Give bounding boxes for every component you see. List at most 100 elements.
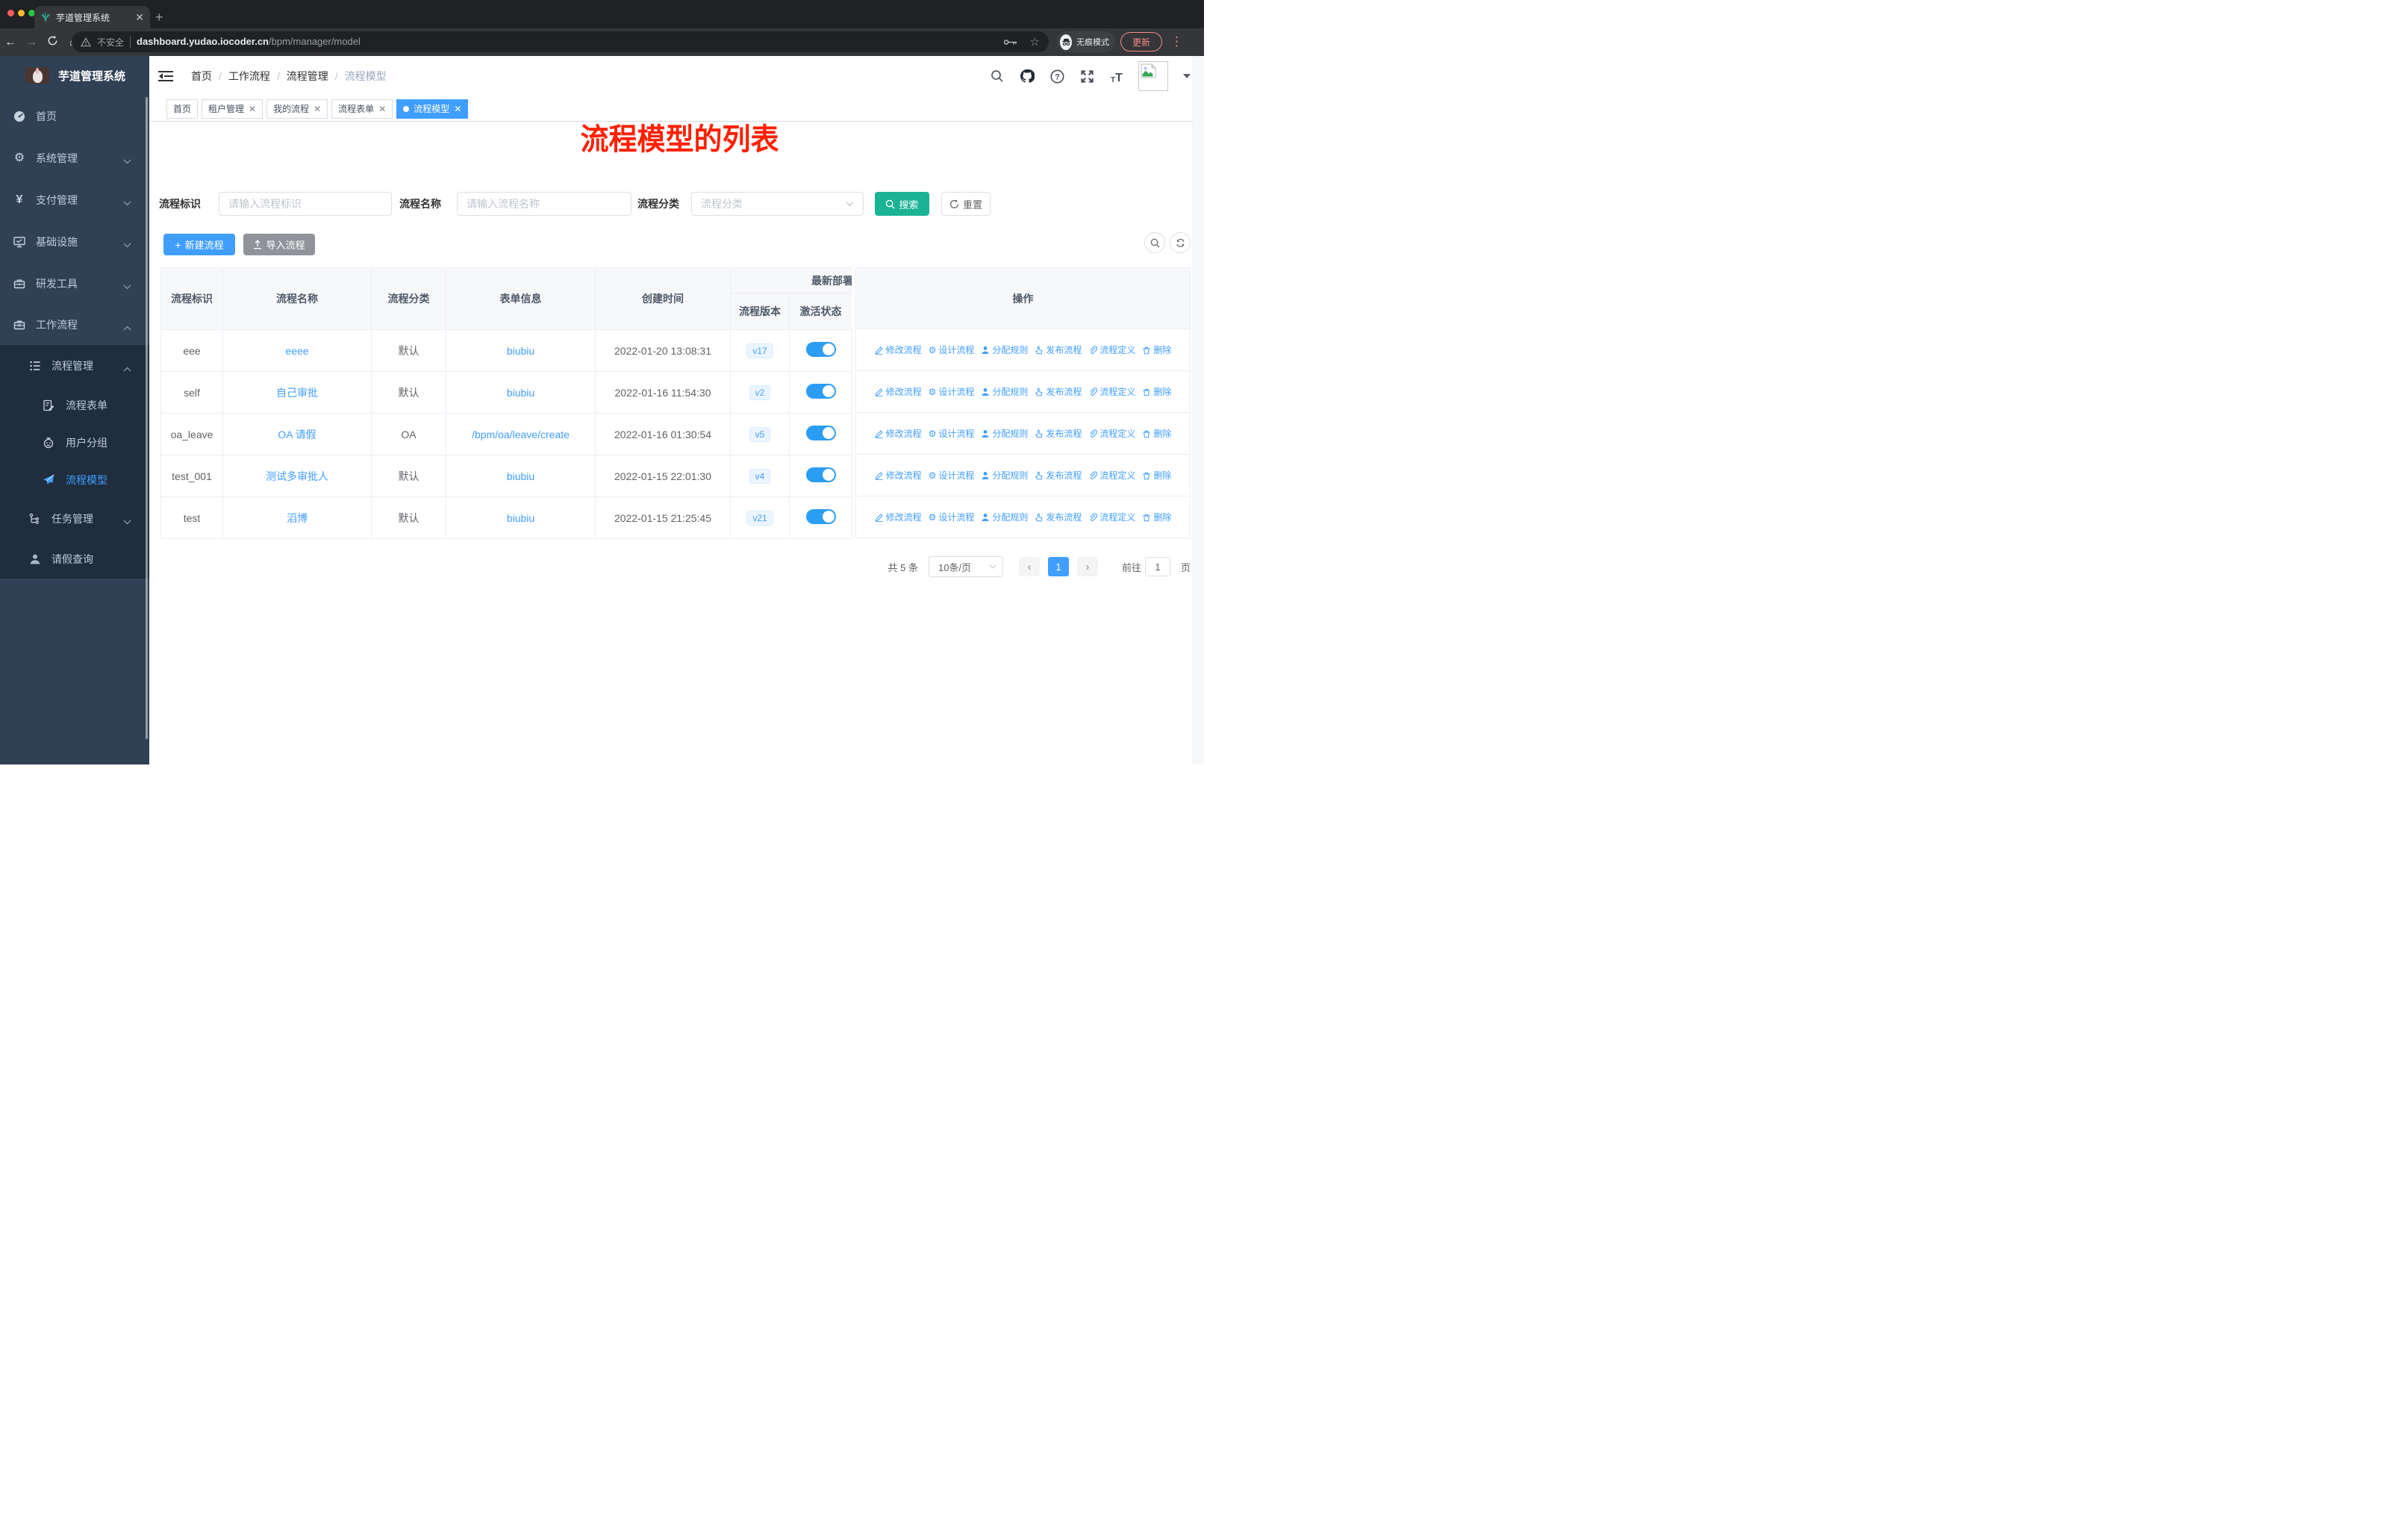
tag-process-form[interactable]: 流程表单 ✕: [331, 99, 393, 119]
search-button[interactable]: 搜索: [875, 192, 929, 216]
sidebar-scrollbar[interactable]: [146, 97, 148, 739]
active-toggle[interactable]: [805, 384, 836, 399]
browser-menu-icon[interactable]: ⋮: [1170, 31, 1183, 53]
close-icon[interactable]: ✕: [378, 104, 386, 114]
create-process-button[interactable]: + 新建流程: [163, 234, 235, 255]
design-process-link[interactable]: ⚙ 设计流程: [929, 469, 975, 482]
avatar-caret-icon[interactable]: [1183, 74, 1191, 78]
fullscreen-icon[interactable]: [1079, 68, 1095, 84]
minimize-window-button[interactable]: [18, 10, 25, 16]
url-bar[interactable]: 不安全 dashboard.yudao.iocoder.cn/bpm/manag…: [72, 31, 1049, 52]
page-size-select[interactable]: 10条/页: [928, 556, 1003, 577]
delete-link[interactable]: 删除: [1142, 343, 1171, 356]
tag-my-process[interactable]: 我的流程 ✕: [266, 99, 328, 119]
sidebar-fold-icon[interactable]: [158, 70, 173, 86]
window-controls[interactable]: [7, 10, 35, 16]
sidebar-item-payment[interactable]: ¥ 支付管理: [0, 179, 149, 221]
tag-process-model[interactable]: 流程模型 ✕: [396, 99, 469, 119]
tag-tenant[interactable]: 租户管理 ✕: [202, 99, 263, 119]
sidebar-item-user-group[interactable]: 用户分组: [0, 424, 149, 461]
sidebar-item-workflow[interactable]: 工作流程: [0, 305, 149, 345]
sidebar-item-leave-query[interactable]: 请假查询: [0, 539, 149, 579]
sidebar-logo[interactable]: 芋道管理系统: [0, 56, 149, 95]
close-icon[interactable]: ✕: [314, 104, 321, 114]
process-name-input[interactable]: [457, 192, 631, 216]
delete-link[interactable]: 删除: [1142, 427, 1171, 440]
assign-rule-link[interactable]: 分配规则: [981, 385, 1028, 398]
key-icon[interactable]: [1003, 38, 1018, 46]
assign-rule-link[interactable]: 分配规则: [981, 343, 1028, 356]
back-icon[interactable]: ←: [0, 36, 21, 49]
tag-home[interactable]: 首页: [166, 99, 199, 119]
avatar[interactable]: [1138, 61, 1168, 91]
category-select[interactable]: 流程分类: [691, 192, 864, 216]
process-id-input[interactable]: [219, 192, 392, 216]
breadcrumb-process-management[interactable]: 流程管理: [287, 69, 328, 84]
sidebar-item-process-model[interactable]: 流程模型: [0, 461, 149, 499]
active-toggle[interactable]: [805, 426, 836, 440]
import-process-button[interactable]: 导入流程: [243, 234, 315, 255]
sidebar-item-process-management[interactable]: 流程管理: [0, 345, 149, 387]
process-definition-link[interactable]: 流程定义: [1088, 511, 1135, 523]
publish-process-link[interactable]: 发布流程: [1035, 469, 1082, 482]
modify-process-link[interactable]: 修改流程: [875, 385, 922, 398]
breadcrumb-home[interactable]: 首页: [191, 69, 212, 84]
design-process-link[interactable]: ⚙ 设计流程: [929, 343, 975, 356]
show-search-button[interactable]: [1144, 232, 1165, 253]
search-icon[interactable]: [989, 68, 1005, 84]
active-toggle[interactable]: [805, 509, 836, 524]
design-process-link[interactable]: ⚙ 设计流程: [929, 427, 975, 440]
help-icon[interactable]: ?: [1049, 68, 1065, 84]
window-scrollbar[interactable]: [1193, 56, 1204, 764]
new-tab-button[interactable]: +: [155, 7, 163, 27]
breadcrumb-workflow[interactable]: 工作流程: [228, 69, 270, 84]
active-toggle[interactable]: [805, 342, 836, 357]
close-icon[interactable]: ✕: [249, 104, 256, 114]
process-definition-link[interactable]: 流程定义: [1088, 385, 1135, 398]
refresh-table-button[interactable]: [1170, 232, 1191, 253]
font-size-icon[interactable]: TT: [1108, 68, 1125, 84]
tab-close-icon[interactable]: ✕: [135, 12, 144, 22]
sidebar-item-home[interactable]: 首页: [0, 96, 149, 137]
modify-process-link[interactable]: 修改流程: [875, 427, 922, 440]
reset-button[interactable]: 重置: [941, 192, 991, 216]
hand-up-icon: [1035, 513, 1043, 521]
process-definition-link[interactable]: 流程定义: [1088, 427, 1135, 440]
delete-link[interactable]: 删除: [1142, 469, 1171, 482]
sidebar-item-infrastructure[interactable]: 基础设施: [0, 221, 149, 263]
reload-icon[interactable]: [42, 35, 63, 50]
sidebar-item-devtools[interactable]: 研发工具: [0, 263, 149, 305]
goto-page-input[interactable]: [1144, 557, 1170, 576]
process-definition-link[interactable]: 流程定义: [1088, 469, 1135, 482]
close-icon[interactable]: ✕: [454, 104, 461, 114]
modify-process-link[interactable]: 修改流程: [875, 343, 922, 356]
active-toggle[interactable]: [805, 467, 836, 482]
publish-process-link[interactable]: 发布流程: [1035, 427, 1082, 440]
modify-process-link[interactable]: 修改流程: [875, 469, 922, 482]
publish-process-link[interactable]: 发布流程: [1035, 385, 1082, 398]
bookmark-star-icon[interactable]: ☆: [1030, 35, 1040, 49]
sidebar-item-task-management[interactable]: 任务管理: [0, 499, 149, 539]
warning-icon[interactable]: [81, 37, 91, 47]
design-process-link[interactable]: ⚙ 设计流程: [929, 511, 975, 523]
update-button[interactable]: 更新: [1120, 32, 1162, 52]
assign-rule-link[interactable]: 分配规则: [981, 511, 1028, 523]
modify-process-link[interactable]: 修改流程: [875, 511, 922, 523]
delete-link[interactable]: 删除: [1142, 511, 1171, 523]
next-page-button[interactable]: ›: [1076, 557, 1098, 576]
page-1-button[interactable]: 1: [1047, 557, 1069, 576]
assign-rule-link[interactable]: 分配规则: [981, 469, 1028, 482]
close-window-button[interactable]: [7, 10, 14, 16]
process-definition-link[interactable]: 流程定义: [1088, 343, 1135, 356]
sidebar-item-system[interactable]: ⚙ 系统管理: [0, 137, 149, 179]
publish-process-link[interactable]: 发布流程: [1035, 343, 1082, 356]
publish-process-link[interactable]: 发布流程: [1035, 511, 1082, 523]
browser-tab[interactable]: 芋道管理系统 ✕: [34, 6, 150, 28]
prev-page-button[interactable]: ‹: [1018, 557, 1040, 576]
design-process-link[interactable]: ⚙ 设计流程: [929, 385, 975, 398]
forward-icon[interactable]: →: [21, 36, 42, 49]
assign-rule-link[interactable]: 分配规则: [981, 427, 1028, 440]
delete-link[interactable]: 删除: [1142, 385, 1171, 398]
github-icon[interactable]: [1019, 68, 1035, 84]
sidebar-item-process-form[interactable]: 流程表单: [0, 387, 149, 424]
